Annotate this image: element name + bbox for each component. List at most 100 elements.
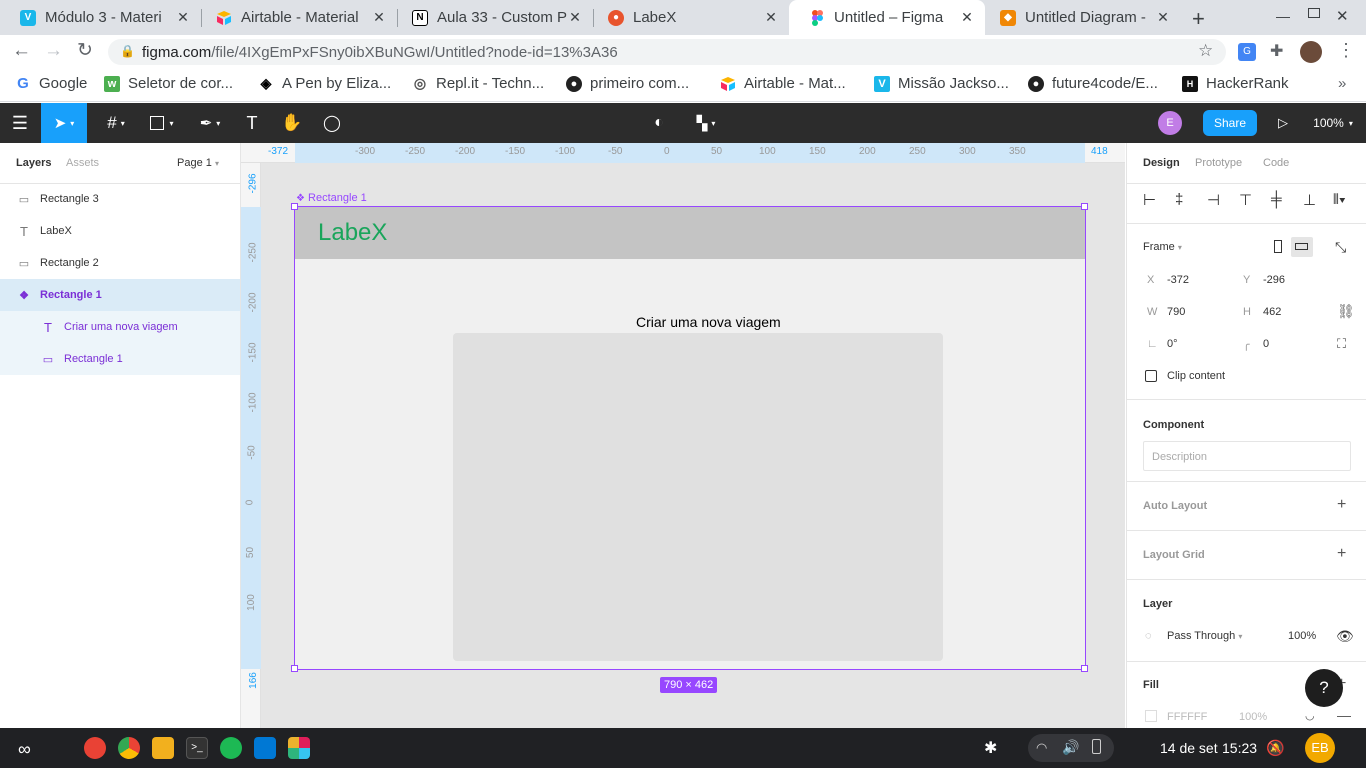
fill-color-swatch[interactable]: [1145, 710, 1157, 722]
tab-prototype[interactable]: Prototype: [1195, 157, 1242, 169]
zoom-menu[interactable]: 100% ▾: [1306, 103, 1360, 143]
bookmark-star-icon[interactable]: ☆: [1198, 41, 1213, 61]
layer-labex[interactable]: T LabeX: [0, 215, 240, 247]
bookmark-hackerrank[interactable]: H HackerRank: [1182, 75, 1289, 92]
tab-labex[interactable]: ● LabeX ✕: [588, 0, 789, 35]
contrast-icon[interactable]: ◐: [648, 103, 670, 143]
resize-handle[interactable]: [1081, 203, 1088, 210]
align-right-icon[interactable]: ⊣: [1207, 191, 1220, 209]
tab-notion[interactable]: N Aula 33 - Custom P ✕: [392, 0, 593, 35]
close-icon[interactable]: ✕: [1155, 9, 1171, 26]
add-auto-layout-icon[interactable]: +: [1337, 496, 1346, 514]
layer-rectangle-3[interactable]: ▭ Rectangle 3: [0, 183, 240, 215]
design-canvas[interactable]: -372 418 -300 -250 -200 -150 -100 -50 0 …: [241, 143, 1125, 728]
frame-dropdown[interactable]: Frame ▾: [1143, 241, 1182, 253]
bookmark-color-picker[interactable]: w Seletor de cor...: [104, 75, 233, 92]
blend-mode-select[interactable]: Pass Through ▾: [1167, 630, 1242, 642]
bookmark-vimeo[interactable]: V Missão Jackso...: [874, 75, 1009, 92]
translate-icon[interactable]: G: [1238, 43, 1256, 61]
close-icon[interactable]: ✕: [959, 9, 975, 26]
align-left-icon[interactable]: ⊢: [1143, 191, 1156, 209]
account-avatar[interactable]: EB: [1305, 733, 1335, 763]
visibility-eye-icon[interactable]: 👁: [1336, 628, 1354, 645]
resize-handle[interactable]: [291, 203, 298, 210]
align-bottom-icon[interactable]: ⊥: [1303, 191, 1316, 209]
align-center-h-icon[interactable]: ‡: [1175, 191, 1183, 208]
independent-corners-icon[interactable]: ⛶: [1337, 336, 1346, 352]
close-icon[interactable]: ✕: [763, 9, 779, 26]
align-top-icon[interactable]: ⊤: [1239, 191, 1252, 209]
bookmark-github-2[interactable]: ● future4code/E...: [1028, 75, 1158, 92]
landscape-button[interactable]: [1291, 237, 1313, 257]
tab-design[interactable]: Design: [1143, 157, 1180, 169]
reload-icon[interactable]: ↻: [77, 39, 93, 62]
slack-icon[interactable]: [288, 737, 310, 759]
radius-input[interactable]: 0: [1263, 338, 1269, 350]
tab-figma[interactable]: Untitled – Figma ✕: [789, 0, 985, 35]
address-bar[interactable]: 🔒 figma.com/file/4IXgEmPxFSny0ibXBuNGwI/…: [108, 39, 1226, 65]
menu-icon[interactable]: ⋮: [1337, 40, 1355, 61]
slack-tray-icon[interactable]: ✱: [984, 738, 997, 758]
layer-rectangle-1-child[interactable]: ▭ Rectangle 1: [0, 343, 240, 375]
close-icon[interactable]: ✕: [567, 9, 583, 26]
new-tab-button[interactable]: +: [1192, 6, 1205, 32]
chrome-icon[interactable]: [118, 737, 140, 759]
extensions-icon[interactable]: ✚: [1270, 41, 1283, 61]
fill-opacity-input[interactable]: 100%: [1239, 711, 1267, 723]
layer-rectangle-1-selected[interactable]: ❖ Rectangle 1: [0, 279, 240, 311]
launcher-icon[interactable]: ∞: [18, 739, 31, 760]
hand-tool-icon[interactable]: ✋: [280, 103, 304, 143]
close-window-icon[interactable]: ✕: [1336, 7, 1349, 25]
width-input[interactable]: 790: [1167, 306, 1185, 318]
frame-tool-icon[interactable]: # ▾: [96, 103, 136, 143]
back-icon[interactable]: ←: [12, 40, 31, 62]
bookmark-airtable[interactable]: Airtable - Mat...: [720, 75, 846, 92]
close-icon[interactable]: ✕: [175, 9, 191, 26]
tab-assets[interactable]: Assets: [66, 157, 99, 169]
files-icon[interactable]: [152, 737, 174, 759]
tab-modulo3[interactable]: V Módulo 3 - Materi ✕: [0, 0, 201, 35]
resize-handle[interactable]: [1081, 665, 1088, 672]
tab-code[interactable]: Code: [1263, 157, 1289, 169]
distribute-icon[interactable]: ⫴▾: [1333, 191, 1346, 208]
rotation-input[interactable]: 0°: [1167, 338, 1178, 350]
move-tool-icon[interactable]: ➤ ▾: [41, 103, 87, 143]
maximize-icon[interactable]: [1308, 8, 1320, 18]
profile-avatar[interactable]: [1300, 41, 1322, 63]
bookmark-google[interactable]: G Google: [15, 75, 87, 92]
bookmark-replit[interactable]: ◎ Repl.it - Techn...: [412, 75, 544, 92]
layer-opacity-input[interactable]: 100%: [1288, 630, 1316, 642]
layer-rectangle-2[interactable]: ▭ Rectangle 2: [0, 247, 240, 279]
page-selector[interactable]: Page 1 ▾: [177, 157, 219, 169]
constrain-proportions-icon[interactable]: ⛓: [1337, 303, 1355, 320]
x-input[interactable]: -372: [1167, 274, 1189, 286]
user-avatar[interactable]: E: [1157, 103, 1183, 143]
forward-icon[interactable]: →: [44, 40, 63, 62]
comment-tool-icon[interactable]: ◯: [320, 103, 344, 143]
align-center-v-icon[interactable]: ╪: [1271, 191, 1282, 208]
add-layout-grid-icon[interactable]: +: [1337, 545, 1346, 563]
height-input[interactable]: 462: [1263, 306, 1281, 318]
notifications-off-icon[interactable]: 🔕: [1266, 739, 1285, 757]
close-icon[interactable]: ✕: [371, 9, 387, 26]
layer-criar-viagem[interactable]: T Criar uma nova viagem: [0, 311, 240, 343]
vscode-icon[interactable]: [254, 737, 276, 759]
remove-fill-icon[interactable]: —: [1337, 707, 1351, 723]
shape-tool-icon[interactable]: ▾: [142, 103, 182, 143]
app-icon[interactable]: [84, 737, 106, 759]
tab-drawio[interactable]: ◆ Untitled Diagram - ✕: [980, 0, 1181, 35]
help-button[interactable]: ?: [1305, 669, 1343, 707]
y-input[interactable]: -296: [1263, 274, 1285, 286]
tab-layers[interactable]: Layers: [16, 157, 51, 169]
spotify-icon[interactable]: [220, 737, 242, 759]
tab-airtable[interactable]: Airtable - Material ✕: [196, 0, 397, 35]
pen-tool-icon[interactable]: ✒ ▾: [190, 103, 230, 143]
text-tool-icon[interactable]: T: [240, 103, 264, 143]
more-bookmarks-icon[interactable]: »: [1338, 75, 1346, 92]
resize-handle[interactable]: [291, 665, 298, 672]
minimize-icon[interactable]: —: [1276, 8, 1290, 24]
component-icon[interactable]: ▚ ▾: [688, 103, 724, 143]
hide-fill-icon[interactable]: ◡: [1305, 709, 1315, 722]
frame-label[interactable]: ❖ Rectangle 1: [296, 192, 367, 204]
description-input[interactable]: Description: [1143, 441, 1351, 471]
